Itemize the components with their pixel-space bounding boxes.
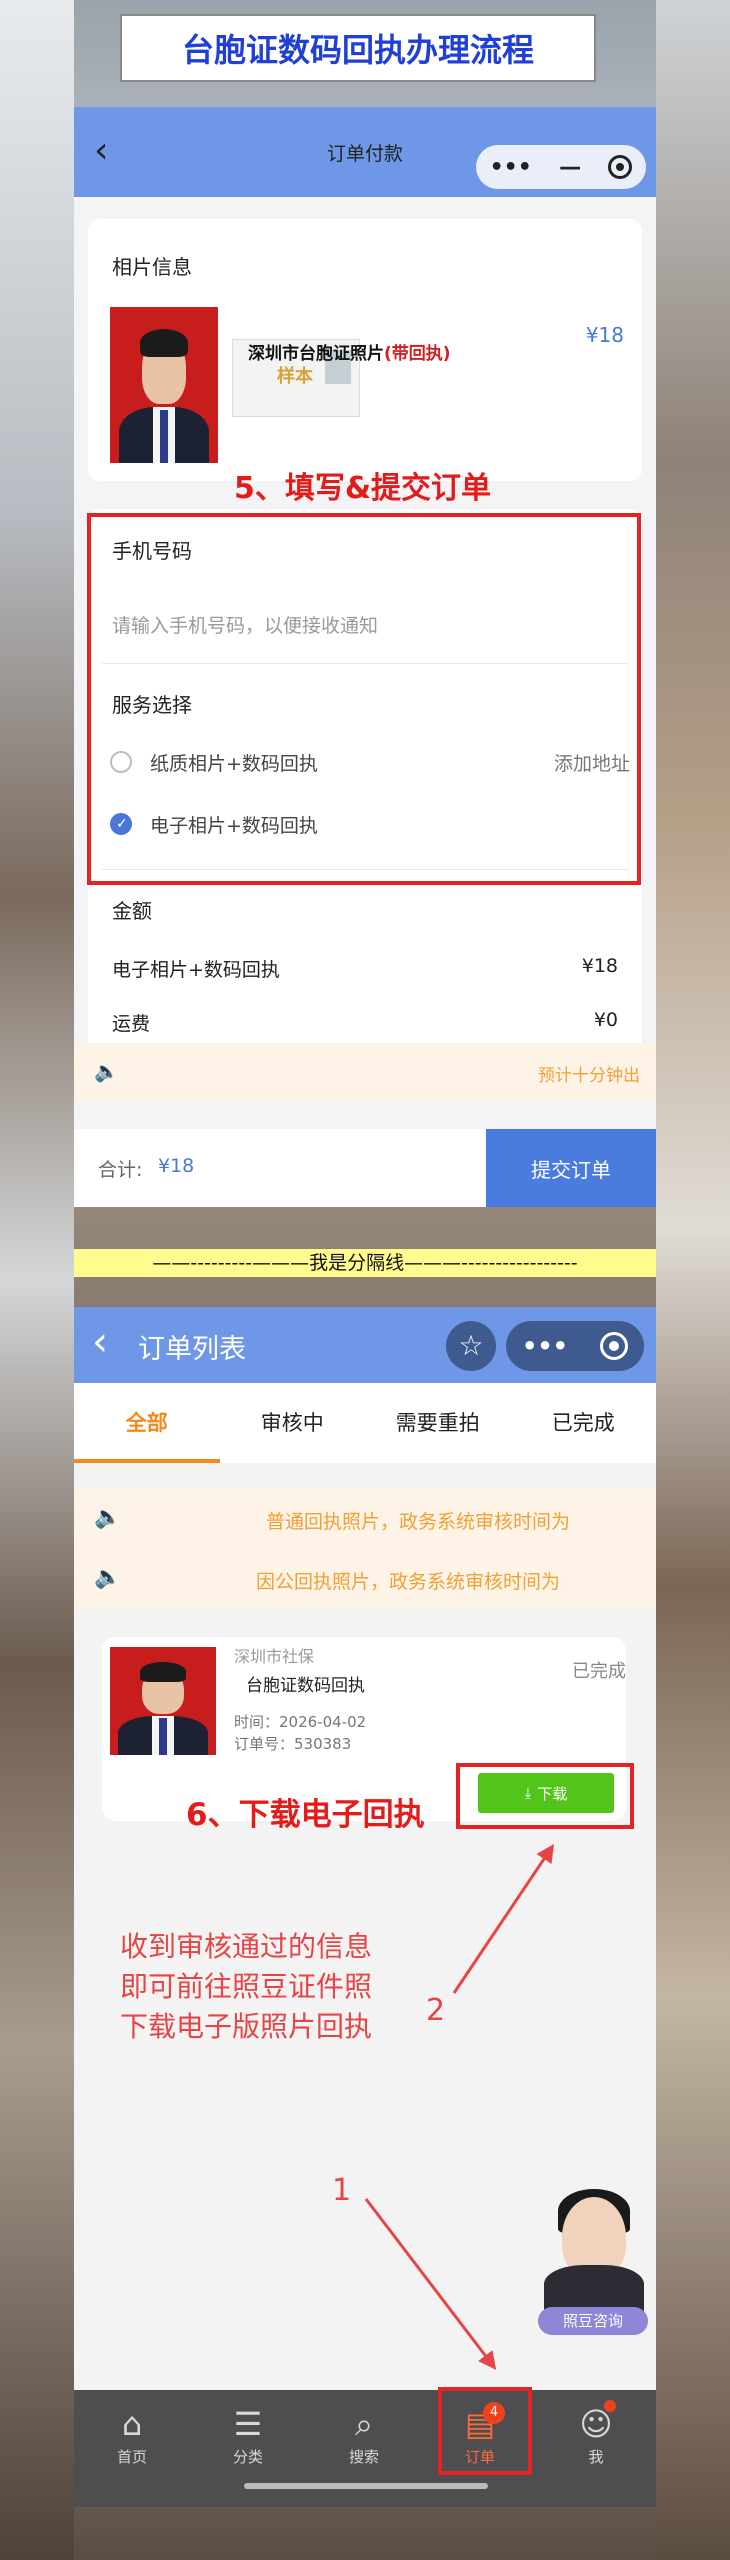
nav-bar: ‹ 订单付款 ••• — (74, 107, 656, 197)
shipping-label: 运费 (112, 1013, 151, 1035)
consult-button[interactable]: 照豆咨询 (538, 2307, 648, 2335)
page-title: 台胞证数码回执办理流程 (120, 14, 596, 82)
footer-bar: 合计: ¥18 提交订单 (74, 1129, 656, 1207)
arrow-to-download (452, 1844, 555, 1994)
search-icon: ⌕ (355, 2405, 373, 2443)
photo-info-label: 相片信息 (112, 255, 192, 279)
divider: ——---------———我是分隔线———----------------- (74, 1249, 656, 1277)
bottom-tab-bar: ⌂ 首页 ☰ 分类 ⌕ 搜索 ▤ 订单 ☺ 我 4 (74, 2390, 656, 2507)
total-label: 合计: (98, 1159, 143, 1181)
step5-label: 5、填写&提交订单 (234, 471, 492, 506)
order-payment-screen: ‹ 订单付款 ••• — 相片信息 ¥18 样本 深圳市台胞证照片(带回执) 5… (74, 107, 656, 1207)
shipping-price: ¥0 (593, 1009, 618, 1031)
total-value: ¥18 (158, 1155, 195, 1177)
arrow-to-order-tab (364, 2198, 497, 2370)
home-indicator (244, 2483, 488, 2489)
step5-highlight-box (87, 513, 641, 885)
more-icon[interactable]: ••• (490, 155, 532, 180)
minimize-icon[interactable]: — (559, 155, 581, 180)
mini-program-capsule[interactable]: ••• — (476, 145, 646, 189)
tabbar-search[interactable]: ⌕ 搜索 (306, 2402, 422, 2467)
background-scenery-left (0, 0, 74, 2560)
order-tab-highlight-box (438, 2387, 532, 2475)
submit-order-button[interactable]: 提交订单 (486, 1129, 656, 1207)
close-target-icon[interactable] (608, 155, 633, 179)
amount-label: 金额 (112, 899, 152, 923)
notice-text: 预计十分钟出 (538, 1066, 640, 1086)
order-list-screen: ‹ 订单列表 ☆ ••• 全部 审核中 需要重拍 已完成 🔈 普通回执照片，政务… (74, 1307, 656, 2507)
amount-item: 电子相片+数码回执 (112, 959, 280, 981)
background-scenery-right (656, 0, 730, 2560)
home-icon: ⌂ (121, 2405, 143, 2443)
notice-bar: 🔈 预计十分钟出 (74, 1043, 656, 1101)
tabbar-profile[interactable]: ☺ 我 (538, 2402, 654, 2467)
product-price: ¥18 (585, 323, 624, 347)
amount-item-price: ¥18 (581, 955, 618, 977)
tabbar-category[interactable]: ☰ 分类 (190, 2402, 306, 2467)
category-icon: ☰ (233, 2405, 263, 2443)
speaker-icon: 🔈 (94, 1059, 119, 1083)
id-photo-thumbnail (110, 307, 218, 463)
profile-dot-badge (604, 2400, 616, 2412)
assistant-avatar-body (544, 2265, 644, 2313)
profile-icon: ☺ (579, 2405, 613, 2443)
sample-stamp: 样本 (277, 366, 313, 387)
tabbar-home[interactable]: ⌂ 首页 (74, 2402, 190, 2467)
product-title: 深圳市台胞证照片(带回执) (248, 344, 451, 364)
